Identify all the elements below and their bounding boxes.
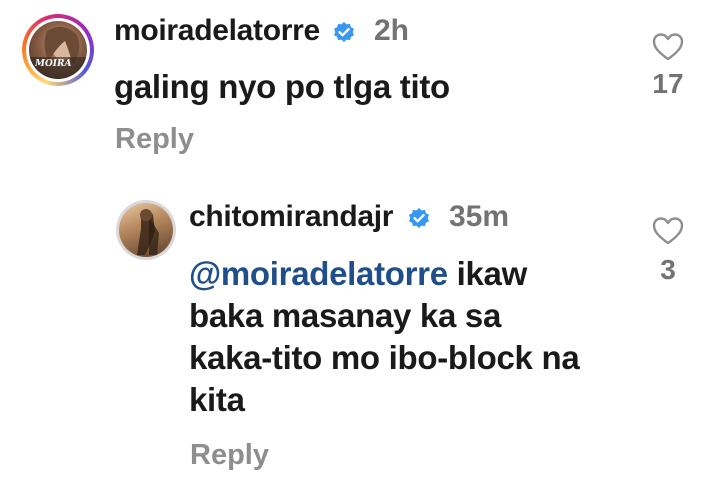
reply-button[interactable]: Reply [190, 438, 269, 472]
reply-text-line-2: baka masanay ka sa [189, 297, 501, 334]
reply-text-line-1-rest: ikaw [447, 255, 528, 292]
reply-text: @moiradelatorre ikaw baka masanay ka sa … [189, 253, 639, 421]
reply-timestamp: 35m [449, 200, 510, 233]
comment-timestamp: 2h [374, 14, 410, 47]
comment-text: galing nyo po tlga tito [114, 68, 450, 105]
avatar-photo-icon [29, 26, 87, 79]
avatar[interactable]: MOIRA [29, 21, 87, 79]
reply-text-line-3: kaka-tito mo ibo-block na [189, 339, 580, 376]
reply-avatar[interactable] [119, 203, 173, 257]
mention-link[interactable]: @moiradelatorre [189, 255, 448, 292]
heart-outline-icon[interactable] [652, 216, 684, 246]
verified-badge-icon [409, 208, 429, 228]
like-count: 3 [660, 254, 676, 285]
verified-badge-icon [334, 22, 354, 42]
avatar-logo-text: MOIRA [35, 59, 72, 69]
reply-avatar-photo-icon [137, 209, 159, 255]
comment-username[interactable]: moiradelatorre [114, 14, 320, 48]
reply-text-line-4: kita [189, 381, 245, 418]
heart-outline-icon[interactable] [652, 32, 684, 62]
reply-button[interactable]: Reply [115, 122, 194, 156]
reply-username[interactable]: chitomirandajr [189, 200, 393, 234]
like-count: 17 [652, 68, 684, 99]
reply-text-line-1: @moiradelatorre ikaw [189, 253, 639, 295]
